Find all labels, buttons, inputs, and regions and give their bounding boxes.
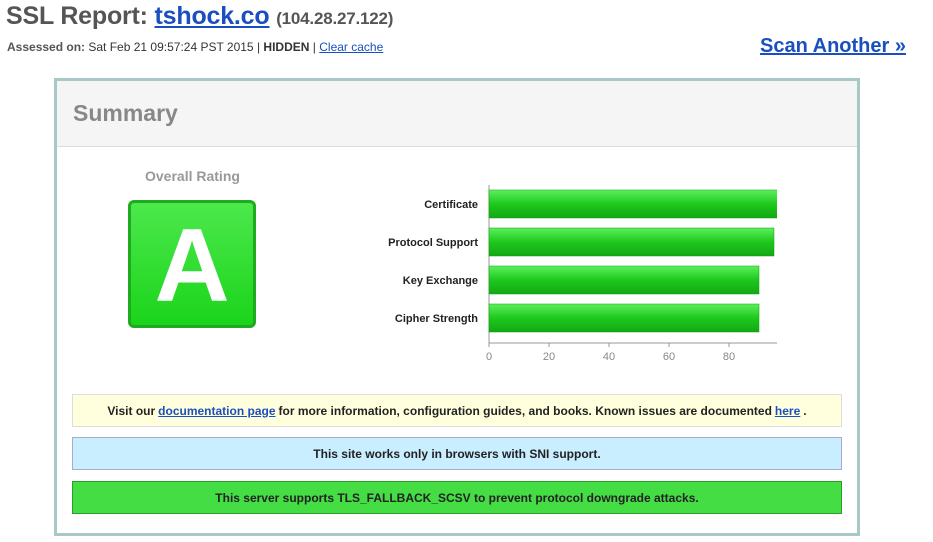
documentation-notice: Visit our documentation page for more in… [72,394,842,427]
fallback-text: This server supports TLS_FALLBACK_SCSV t… [215,490,699,505]
doc-suffix: . [803,403,807,418]
chart-bar [488,265,760,295]
chart-x-tick-label: 20 [543,351,555,363]
assessed-label: Assessed on: [7,40,86,54]
chart-category-label: Certificate [424,199,478,211]
chart-bar [488,189,777,219]
chart-x-tick-label: 0 [486,351,492,363]
clear-cache-link[interactable]: Clear cache [319,40,383,54]
title-prefix: SSL Report: [6,2,148,30]
rating-chart-svg: Certificate100Protocol Support95Key Exch… [388,185,777,363]
chart-category-label: Cipher Strength [395,313,478,325]
scan-another-link[interactable]: Scan Another » [760,35,906,58]
chart-bar [488,303,760,333]
assessment-info: Assessed on: Sat Feb 21 09:57:24 PST 201… [7,40,383,54]
visibility-status: HIDDEN [263,40,310,54]
summary-title: Summary [73,100,178,126]
documentation-link[interactable]: documentation page [158,404,275,418]
grade-badge: A [128,200,256,328]
chart-x-tick-label: 80 [723,351,735,363]
chart-bar [488,227,775,257]
assessed-date: Sat Feb 21 09:57:24 PST 2015 [88,40,254,54]
separator: | [312,40,316,54]
doc-prefix: Visit our [107,403,156,418]
summary-header: Summary [57,81,857,147]
chart-category-label: Protocol Support [388,237,478,249]
sni-notice: This site works only in browsers with SN… [72,437,842,470]
report-header: SSL Report: tshock.co (104.28.27.122) [6,2,393,31]
doc-middle: for more information, configuration guid… [278,403,772,418]
fallback-notice: This server supports TLS_FALLBACK_SCSV t… [72,481,842,514]
summary-panel: Summary Overall Rating A Certificate100P… [54,78,860,536]
chart-x-tick-label: 60 [663,351,675,363]
known-issues-link[interactable]: here [775,404,800,418]
chart-x-tick-label: 40 [603,351,615,363]
page-title: SSL Report: tshock.co (104.28.27.122) [6,2,393,30]
chart-category-label: Key Exchange [403,275,478,287]
grade-letter: A [154,208,230,324]
host-link[interactable]: tshock.co [155,2,270,30]
ip-address: (104.28.27.122) [276,9,394,28]
overall-rating-label: Overall Rating [145,168,240,184]
sni-text: This site works only in browsers with SN… [313,446,601,461]
separator: | [256,40,261,54]
rating-chart: Certificate100Protocol Support95Key Exch… [297,181,777,366]
